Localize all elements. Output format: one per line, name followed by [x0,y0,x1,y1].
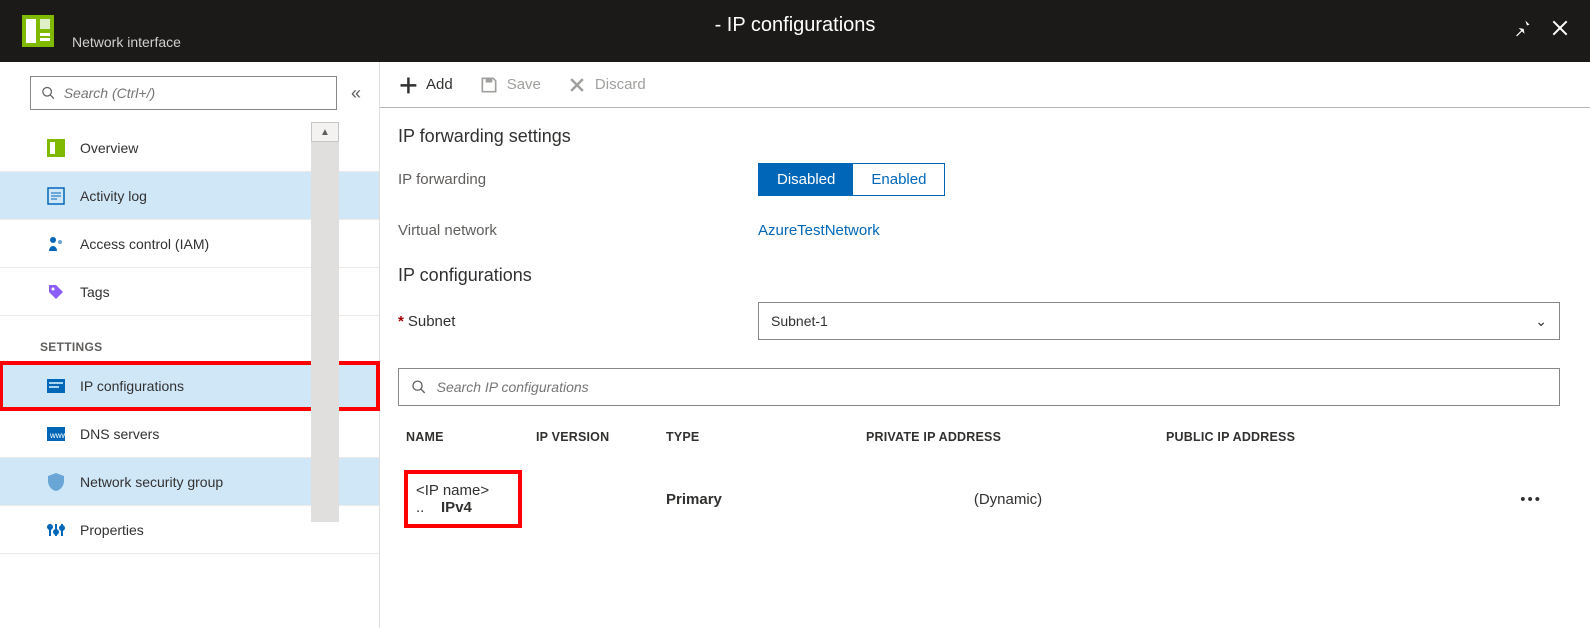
tags-icon [46,283,66,301]
ip-forwarding-toggle[interactable]: Disabled Enabled [758,163,945,196]
ip-forwarding-enabled[interactable]: Enabled [853,164,944,195]
sidebar-scroll-up[interactable]: ▲ [311,122,339,142]
ip-config-search[interactable] [398,368,1560,406]
blade-title: - IP configurations [715,14,876,37]
sidebar-item-label: Activity log [80,188,147,204]
save-button: Save [479,75,541,95]
sidebar-item-label: DNS servers [80,426,159,442]
col-private-ip[interactable]: PRIVATE IP ADDRESS [858,416,1158,458]
col-type[interactable]: TYPE [658,416,858,458]
sidebar-search-input[interactable] [64,85,326,101]
sidebar: « ▲ Overview Activity log Access control… [0,62,380,628]
resource-type-label: Network interface [72,34,181,50]
subnet-value: Subnet-1 [771,313,828,329]
overview-icon [46,139,66,157]
access-control-icon [46,235,66,253]
sidebar-item-label: Overview [80,140,138,156]
add-button[interactable]: Add [398,75,453,95]
main-panel: Add Save Discard IP forwarding settings … [380,62,1590,628]
cell-name: <IP name> [416,482,489,499]
sidebar-item-label: Properties [80,522,144,538]
section-ip-configurations: IP configurations [398,265,1560,286]
properties-icon [46,522,66,538]
blade-header: Network interface - IP configurations [0,0,1590,62]
virtual-network-link[interactable]: AzureTestNetwork [758,222,880,239]
add-label: Add [426,76,453,93]
close-icon[interactable] [1550,18,1570,44]
sidebar-item-label: Tags [80,284,110,300]
subnet-select[interactable]: Subnet-1 ⌄ [758,302,1560,340]
sidebar-item-label: Network security group [80,474,223,490]
col-ip-version[interactable]: IP VERSION [528,416,658,458]
cell-sep: .. [416,499,424,516]
ip-config-icon [46,379,66,393]
ip-config-table: NAME IP VERSION TYPE PRIVATE IP ADDRESS … [398,416,1560,540]
virtual-network-label: Virtual network [398,222,758,239]
nic-resource-icon [20,13,56,49]
table-row[interactable]: <IP name> .. IPv4 Primary (Dynamic) ••• [398,458,1560,540]
discard-button: Discard [567,75,646,95]
sidebar-scroll-track[interactable] [311,142,339,522]
discard-icon [567,75,587,95]
ip-forwarding-label: IP forwarding [398,171,758,188]
sidebar-item-label: IP configurations [80,378,184,394]
collapse-sidebar-icon[interactable]: « [347,83,365,104]
subnet-label: *Subnet [398,313,758,330]
ip-forwarding-disabled[interactable]: Disabled [759,164,853,195]
plus-icon [398,75,418,95]
cell-type: Primary [666,491,722,508]
search-icon [411,379,427,395]
sidebar-search[interactable] [30,76,337,110]
cell-ipver: IPv4 [441,499,472,516]
pin-icon[interactable] [1512,18,1532,44]
cell-private: (Dynamic) [974,491,1042,508]
activity-log-icon [46,187,66,205]
dns-icon: www [46,427,66,441]
col-name[interactable]: NAME [398,416,528,458]
sidebar-item-label: Access control (IAM) [80,236,209,252]
save-label: Save [507,76,541,93]
section-ip-forwarding: IP forwarding settings [398,126,1560,147]
chevron-down-icon: ⌄ [1535,313,1547,330]
command-bar: Add Save Discard [380,62,1590,108]
col-public-ip[interactable]: PUBLIC IP ADDRESS [1158,416,1500,458]
discard-label: Discard [595,76,646,93]
search-icon [41,85,56,101]
svg-text:www: www [49,431,65,440]
ip-config-search-input[interactable] [437,379,1547,395]
row-more-icon[interactable]: ••• [1500,458,1560,540]
shield-icon [46,473,66,491]
save-icon [479,75,499,95]
